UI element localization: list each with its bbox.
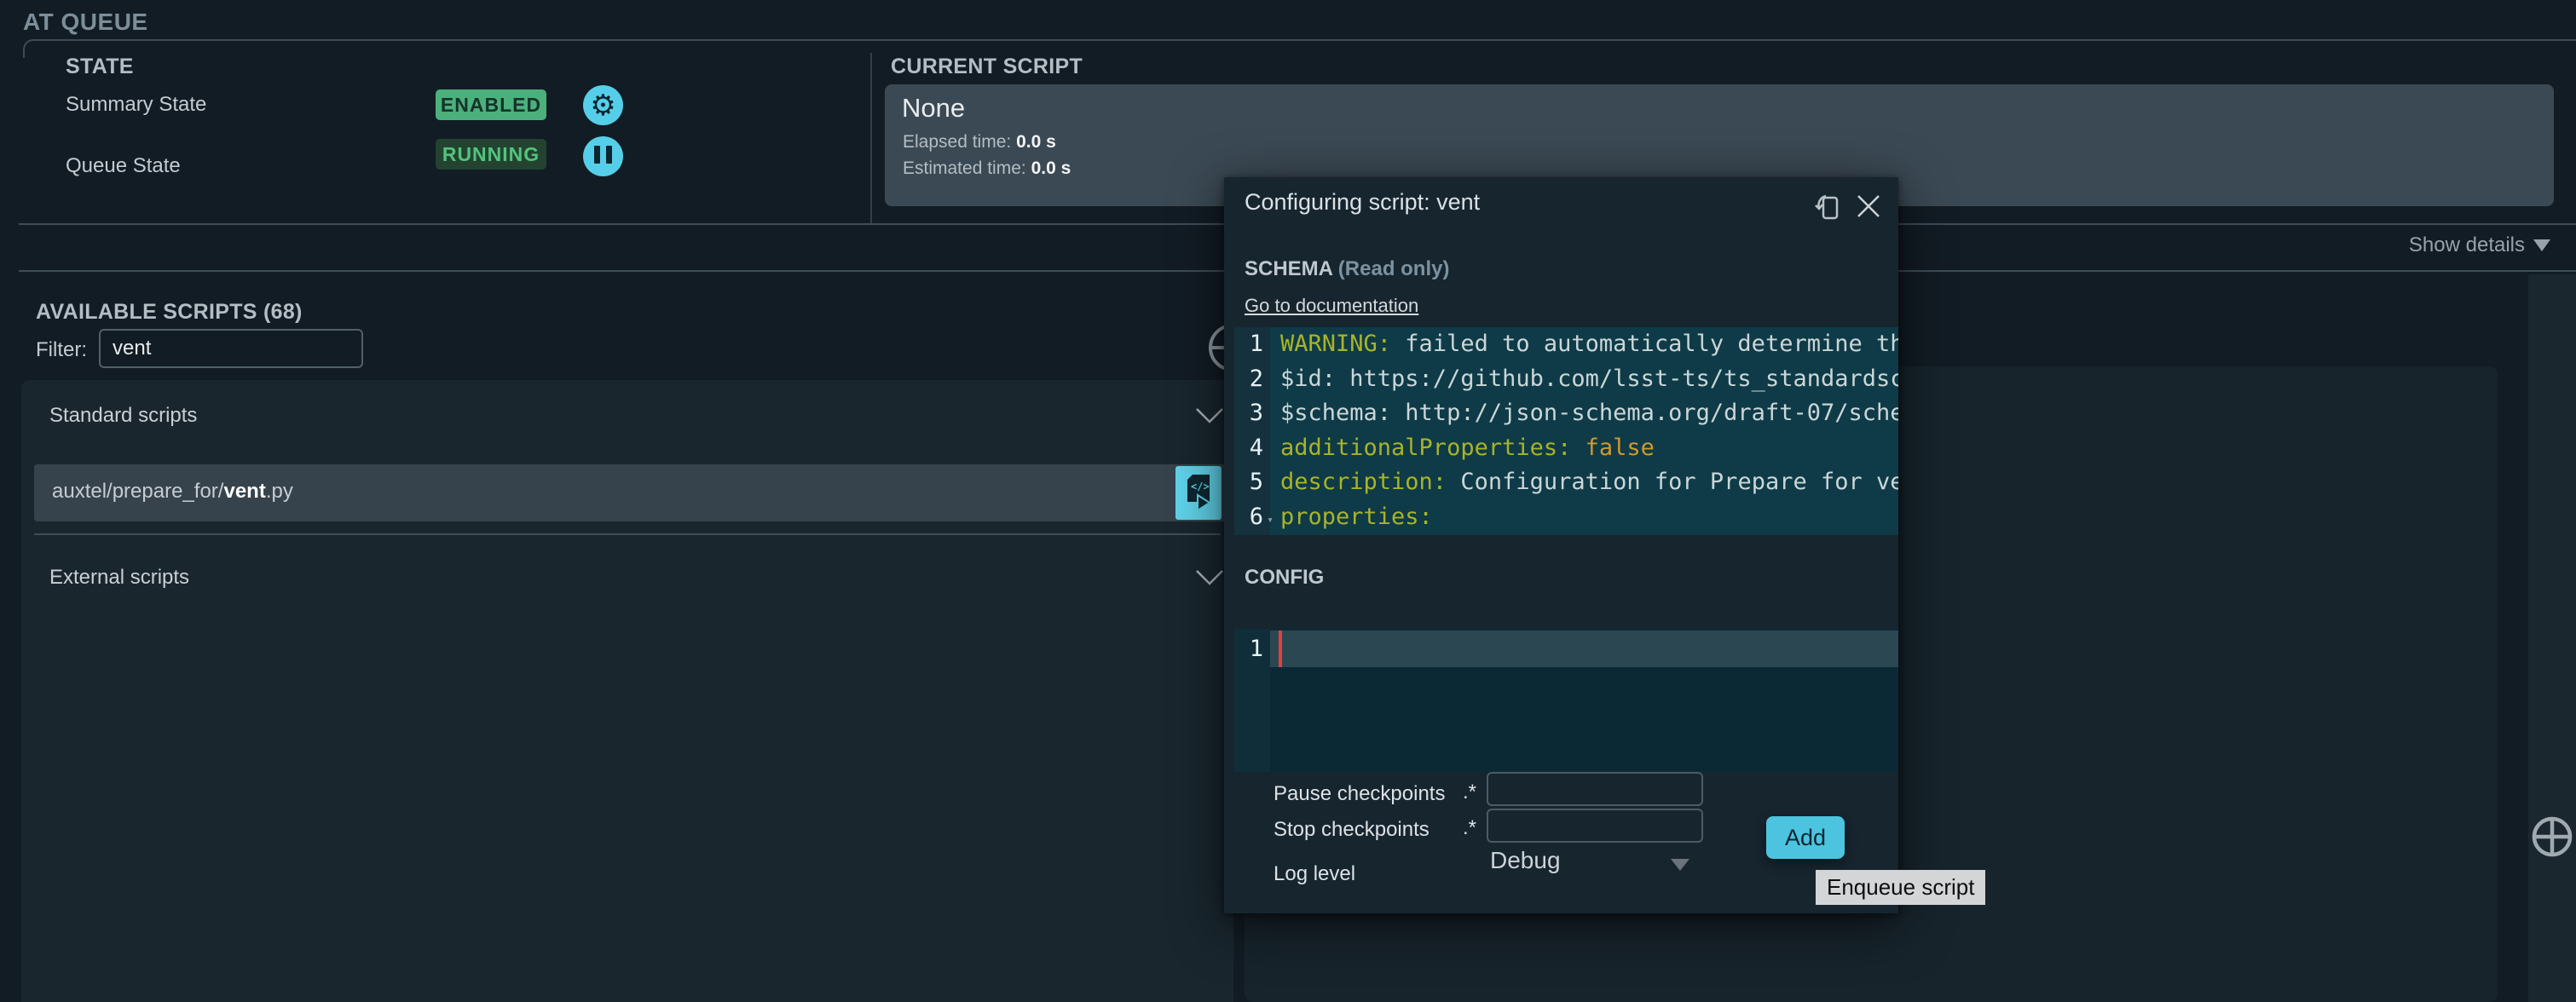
queue-state-badge: RUNNING <box>436 139 546 170</box>
standard-scripts-chevron-icon[interactable] <box>1195 407 1224 424</box>
config-heading: CONFIG <box>1245 566 1324 590</box>
config-line-number: 1 <box>1234 631 1263 667</box>
schema-code-lines: WARNING: failed to automatically determi… <box>1270 327 1898 534</box>
estimated-time: Estimated time: 0.0 s <box>903 158 1071 179</box>
at-queue-screen: AT QUEUE STATE Summary State ENABLED ⚙ Q… <box>0 0 2576 1002</box>
pause-checkpoints-input[interactable] <box>1487 772 1703 806</box>
config-editor[interactable]: 1 <box>1234 629 1898 772</box>
state-divider <box>870 53 872 223</box>
right-column <box>2528 274 2576 1002</box>
pause-icon <box>592 146 615 168</box>
text-cursor <box>1279 631 1282 667</box>
configure-script-button[interactable]: </> <box>1175 466 1222 520</box>
queue-state-label: Queue State <box>66 154 181 178</box>
pause-checkpoints-label: Pause checkpoints <box>1274 782 1445 806</box>
enqueue-script-tooltip: Enqueue script <box>1816 870 1985 905</box>
schema-heading: SCHEMA (Read only) <box>1245 257 1449 281</box>
target-crosshair-icon-right[interactable] <box>2530 815 2574 863</box>
summary-state-label: Summary State <box>66 93 206 117</box>
documentation-link[interactable]: Go to documentation <box>1245 295 1418 317</box>
schema-editor[interactable]: 123456▾ WARNING: failed to automatically… <box>1234 327 1898 535</box>
rotate-panel-icon[interactable] <box>1812 191 1843 222</box>
schema-gutter: 123456▾ <box>1234 327 1270 535</box>
available-scripts-heading: AVAILABLE SCRIPTS (68) <box>36 300 303 325</box>
stop-checkpoints-regex: .* <box>1463 816 1476 840</box>
log-level-select[interactable]: Debug <box>1490 847 1561 874</box>
add-button[interactable]: Add <box>1766 816 1845 859</box>
configure-script-modal: Configuring script: vent SCHEMA (Read on… <box>1224 177 1898 913</box>
standard-scripts-group[interactable]: Standard scripts <box>49 404 197 428</box>
summary-state-badge: ENABLED <box>436 89 546 120</box>
summary-state-settings-button[interactable]: ⚙ <box>583 85 623 125</box>
filter-input[interactable] <box>99 329 363 368</box>
group-divider <box>34 533 1221 535</box>
show-details-button[interactable]: Show details <box>2409 233 2550 257</box>
filter-label: Filter: <box>36 338 87 362</box>
script-path: auxtel/prepare_for/vent.py <box>52 480 293 504</box>
close-icon[interactable] <box>1855 193 1882 220</box>
file-code-icon: </> <box>1184 473 1213 514</box>
gear-icon: ⚙ <box>590 91 615 120</box>
stop-checkpoints-label: Stop checkpoints <box>1274 818 1430 842</box>
elapsed-time: Elapsed time: 0.0 s <box>903 132 1056 153</box>
svg-text:</>: </> <box>1191 481 1210 492</box>
current-script-heading: CURRENT SCRIPT <box>891 55 1083 79</box>
script-list-item[interactable]: auxtel/prepare_for/vent.py </> <box>34 464 1229 521</box>
stop-checkpoints-input[interactable] <box>1487 809 1703 843</box>
current-script-name: None <box>902 93 965 124</box>
modal-title: Configuring script: vent <box>1245 189 1480 216</box>
page-title: AT QUEUE <box>23 9 148 36</box>
pause-queue-button[interactable] <box>583 136 623 176</box>
chevron-down-icon <box>2533 239 2550 251</box>
state-heading: STATE <box>66 55 134 79</box>
pause-checkpoints-regex: .* <box>1463 780 1476 804</box>
active-line-highlight <box>1270 631 1898 667</box>
log-level-label: Log level <box>1274 862 1355 886</box>
external-scripts-group[interactable]: External scripts <box>49 566 189 590</box>
external-scripts-chevron-icon[interactable] <box>1195 569 1224 586</box>
dropdown-caret-icon[interactable] <box>1671 859 1689 871</box>
header-rule <box>23 39 2576 58</box>
